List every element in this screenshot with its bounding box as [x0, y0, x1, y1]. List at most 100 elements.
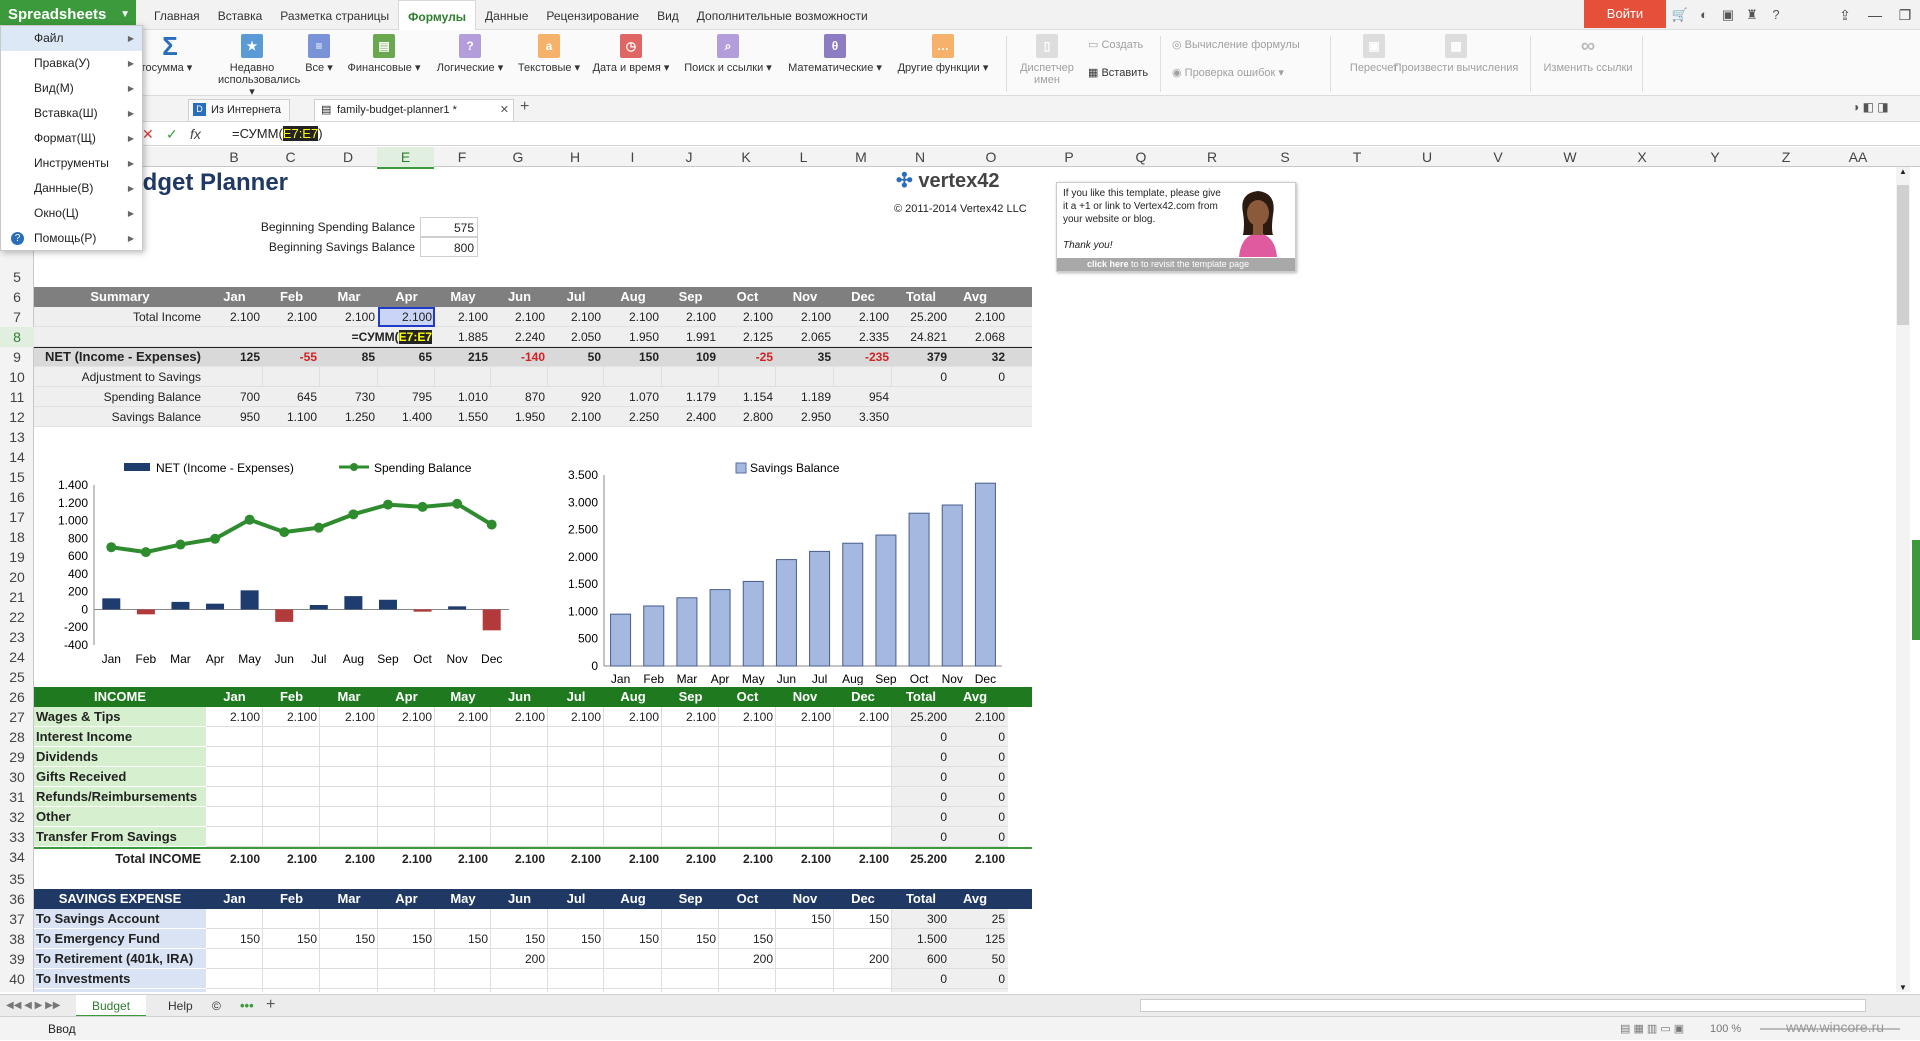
row-avg[interactable]: 2.100 — [950, 707, 1008, 727]
cell[interactable] — [834, 767, 892, 787]
cell-value[interactable]: 150 — [378, 929, 435, 949]
cancel-icon[interactable]: ✕ — [142, 122, 154, 146]
cell[interactable] — [548, 367, 604, 387]
cell-value[interactable]: 2.100 — [719, 707, 776, 727]
doc-tab-budget[interactable]: ▤ family-budget-planner1 * ✕ — [314, 99, 514, 121]
cell-value[interactable]: 2.125 — [719, 327, 776, 347]
cell[interactable] — [206, 807, 263, 827]
cell[interactable] — [548, 949, 604, 969]
cell[interactable] — [604, 727, 662, 747]
cell[interactable] — [378, 747, 435, 767]
cell-value[interactable]: 2.100 — [950, 307, 1008, 327]
cell[interactable] — [776, 807, 834, 827]
cell[interactable] — [320, 827, 378, 847]
skin-icon[interactable]: ◐ — [1692, 0, 1716, 30]
row-number[interactable]: 20 — [0, 567, 34, 587]
column-letter[interactable]: I — [604, 147, 661, 167]
cell[interactable] — [378, 827, 435, 847]
cell[interactable] — [320, 949, 378, 969]
cell[interactable] — [206, 949, 263, 969]
row-number[interactable]: 31 — [0, 787, 34, 807]
cell[interactable] — [206, 787, 263, 807]
cell-value[interactable]: 1.950 — [491, 407, 548, 427]
cell[interactable] — [604, 787, 662, 807]
cell-value[interactable]: 2.100 — [548, 407, 604, 427]
cell[interactable] — [435, 827, 491, 847]
row-total[interactable]: 0 — [892, 767, 950, 787]
all-functions-button[interactable]: ≡ Все ▾ — [300, 34, 338, 74]
column-letter[interactable]: C — [262, 147, 319, 167]
cell-value[interactable]: 2.100 — [604, 307, 662, 327]
cell-value[interactable]: 700 — [206, 387, 263, 407]
row-number[interactable]: 26 — [0, 687, 34, 707]
cell[interactable] — [263, 909, 320, 929]
cell-value[interactable]: 2.100 — [378, 707, 435, 727]
cell[interactable] — [491, 767, 548, 787]
cell-value[interactable]: 50 — [834, 989, 892, 992]
login-button[interactable]: Войти — [1584, 0, 1666, 28]
logical-button[interactable]: ? Логические ▾ — [430, 34, 510, 74]
column-letter[interactable]: AA — [1820, 147, 1896, 167]
cell-value[interactable]: 215 — [435, 347, 491, 367]
column-letter[interactable]: S — [1248, 147, 1322, 167]
cell[interactable] — [491, 367, 548, 387]
row-number[interactable]: 32 — [0, 807, 34, 827]
cell-value[interactable]: 2.240 — [491, 327, 548, 347]
name-manager-button[interactable]: ▯ Диспетчер имен — [1012, 34, 1082, 86]
cell-value[interactable]: 0 — [950, 367, 1008, 387]
row-number[interactable]: 30 — [0, 767, 34, 787]
cell-value[interactable]: 150 — [320, 929, 378, 949]
cell[interactable] — [834, 969, 892, 989]
row-avg[interactable]: 13 — [950, 989, 1008, 992]
cell[interactable] — [604, 767, 662, 787]
beginning-spending-value[interactable]: 575 — [420, 217, 478, 237]
cell-value[interactable]: 150 — [719, 929, 776, 949]
cell[interactable] — [834, 787, 892, 807]
cell-value[interactable]: 1.400 — [378, 407, 435, 427]
row-total[interactable]: 25.200 — [892, 707, 950, 727]
cell[interactable] — [776, 727, 834, 747]
cell[interactable] — [206, 727, 263, 747]
cell-value[interactable]: 150 — [604, 929, 662, 949]
shirt-icon[interactable]: ♜ — [1740, 0, 1764, 30]
cell[interactable] — [320, 727, 378, 747]
cell[interactable] — [320, 367, 378, 387]
row-number[interactable]: 13 — [0, 427, 34, 447]
upload-icon[interactable]: ⇪ — [1830, 0, 1860, 30]
cell-value[interactable]: 200 — [834, 949, 892, 969]
cell-value[interactable]: 150 — [834, 909, 892, 929]
cell-value[interactable]: 2.100 — [662, 849, 719, 869]
gift-icon[interactable]: ▣ — [1716, 0, 1740, 30]
column-letter[interactable]: B — [206, 147, 262, 167]
cell[interactable] — [604, 989, 662, 992]
restore-icon[interactable]: ❐ — [1890, 0, 1920, 30]
cell-value[interactable]: 379 — [892, 347, 950, 367]
cell-value[interactable]: 65 — [378, 347, 435, 367]
cell-value[interactable]: 1.250 — [320, 407, 378, 427]
column-letter[interactable]: D — [319, 147, 377, 167]
cell-value[interactable]: 2.050 — [548, 327, 604, 347]
row-avg[interactable]: 0 — [950, 807, 1008, 827]
cell-value[interactable]: 50 — [491, 989, 548, 992]
cell[interactable] — [378, 767, 435, 787]
row-number[interactable]: 40 — [0, 969, 34, 989]
cell-value[interactable]: 2.100 — [776, 707, 834, 727]
menu-item[interactable]: Окно(Ц) ▶ — [1, 201, 142, 226]
cell[interactable] — [491, 807, 548, 827]
cell[interactable] — [320, 767, 378, 787]
cell-value[interactable]: 35 — [776, 347, 834, 367]
cell[interactable] — [435, 767, 491, 787]
row-total[interactable]: 600 — [892, 949, 950, 969]
cell-value[interactable]: 2.100 — [320, 849, 378, 869]
scroll-down-icon[interactable]: ▼ — [1896, 983, 1910, 992]
help-icon[interactable]: ? — [1764, 0, 1788, 30]
column-letter[interactable]: H — [546, 147, 604, 167]
cell[interactable] — [378, 969, 435, 989]
cell-value[interactable]: 2.100 — [206, 707, 263, 727]
row-avg[interactable]: 0 — [950, 787, 1008, 807]
row-number[interactable]: 27 — [0, 707, 34, 727]
cell[interactable] — [548, 747, 604, 767]
row-number[interactable]: 29 — [0, 747, 34, 767]
row-number[interactable]: 24 — [0, 647, 34, 667]
cell-value[interactable]: 2.100 — [719, 849, 776, 869]
